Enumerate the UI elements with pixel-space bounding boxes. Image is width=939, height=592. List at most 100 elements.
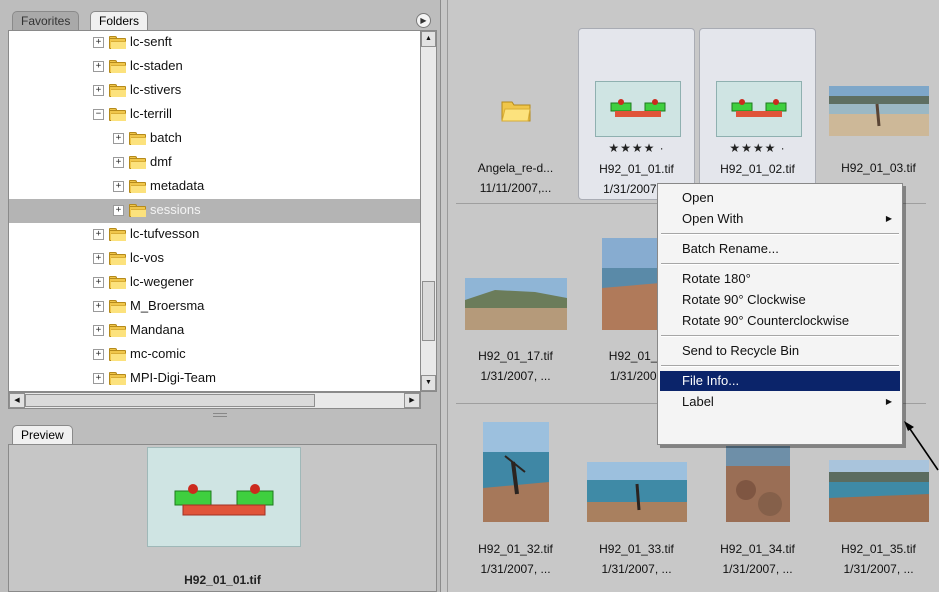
tree-item-label: lc-staden xyxy=(130,58,183,73)
tree-item[interactable]: + lc-staden xyxy=(9,55,420,79)
expand-icon[interactable]: + xyxy=(93,85,104,96)
folder-icon xyxy=(109,276,126,289)
thumbnail-rating[interactable]: ★★★★ · xyxy=(700,141,815,155)
tree-item[interactable]: + lc-vos xyxy=(9,247,420,271)
expand-icon[interactable]: + xyxy=(93,301,104,312)
folder-icon xyxy=(109,300,126,313)
tree-item[interactable]: + MPI-Digi-Team xyxy=(9,367,420,391)
thumbnail-item[interactable]: H92_01_17.tif 1/31/2007, ... xyxy=(457,220,574,392)
expand-icon[interactable]: + xyxy=(113,157,124,168)
folder-icon xyxy=(109,36,126,49)
expand-icon[interactable]: + xyxy=(113,181,124,192)
thumbnail-date: 11/11/2007,... xyxy=(479,181,552,195)
preview-panel: Preview H92_01_01.tif xyxy=(8,422,437,592)
tab-folders[interactable]: Folders xyxy=(90,11,149,30)
tree-item[interactable]: + metadata xyxy=(9,175,420,199)
preview-caption: H92_01_01.tif xyxy=(184,573,261,587)
folders-panel: Favorites Folders ▶ + lc-senft + lc-staden +… xyxy=(8,6,437,410)
scroll-down-icon[interactable]: ▼ xyxy=(421,375,436,391)
tab-favorites[interactable]: Favorites xyxy=(12,11,80,30)
tree-item-label: lc-terrill xyxy=(130,106,172,121)
expand-icon[interactable]: + xyxy=(113,133,124,144)
context-menu: Open Open With ▶ Batch Rename... Rotate 180°… xyxy=(657,183,903,445)
thumbnail-image xyxy=(594,80,682,138)
tree-item[interactable]: + lc-senft xyxy=(9,31,420,55)
expand-icon[interactable]: + xyxy=(93,61,104,72)
menu-item[interactable]: Rotate 90° Clockwise xyxy=(660,290,900,310)
tree-item-label: Mandana xyxy=(130,322,185,337)
thumbnail-item[interactable]: Angela_re-d... 11/11/2007,... xyxy=(457,28,574,200)
expand-icon[interactable]: + xyxy=(93,349,104,360)
annotation-arrow-icon xyxy=(904,421,939,471)
folder-icon xyxy=(129,180,146,193)
tree-item[interactable]: + Mandana xyxy=(9,319,420,343)
thumbnail-image xyxy=(726,446,790,522)
expand-icon[interactable]: + xyxy=(93,253,104,264)
expand-icon[interactable]: + xyxy=(93,277,104,288)
tree-item-label: sessions xyxy=(150,202,201,217)
expand-icon[interactable]: + xyxy=(93,229,104,240)
tree-item-label: mc-comic xyxy=(130,346,186,361)
thumbnail-image xyxy=(587,462,687,522)
tree-item[interactable]: + M_Broersma xyxy=(9,295,420,319)
scroll-left-icon[interactable]: ◀ xyxy=(9,393,25,408)
folder-icon xyxy=(109,228,126,241)
scroll-right-icon[interactable]: ▶ xyxy=(404,393,420,408)
expand-icon[interactable]: + xyxy=(93,325,104,336)
horizontal-scroll-thumb[interactable] xyxy=(25,394,315,407)
tree-item[interactable]: + batch xyxy=(9,127,420,151)
tree-item[interactable]: + dmf xyxy=(9,151,420,175)
thumbnail-filename: H92_01_17.tif xyxy=(478,349,553,363)
collapse-icon[interactable]: − xyxy=(93,109,104,120)
preview-area: H92_01_01.tif xyxy=(8,444,437,592)
menu-item[interactable]: Send to Recycle Bin xyxy=(660,341,900,361)
tree-item-label: lc-stivers xyxy=(130,82,182,97)
tree-item[interactable]: + mc-comic xyxy=(9,343,420,367)
tree-item-label: lc-wegener xyxy=(130,274,194,289)
tree-item[interactable]: + lc-stivers xyxy=(9,79,420,103)
menu-item[interactable]: Batch Rename... xyxy=(660,239,900,259)
thumbnail-filename: Angela_re-d... xyxy=(477,161,554,175)
thumbnail-item[interactable]: H92_01_03.tif... xyxy=(820,28,937,200)
thumbnail-filename: H92_01_01.tif xyxy=(599,162,674,176)
menu-item[interactable]: Label ▶ xyxy=(660,392,900,412)
folder-icon xyxy=(129,132,146,145)
menu-item[interactable]: Rotate 90° Counterclockwise xyxy=(660,311,900,331)
thumbnail-date: 1/31/2007, ... xyxy=(480,369,551,383)
thumbnail-item[interactable]: H92_01_32.tif 1/31/2007, ... xyxy=(457,408,574,580)
menu-item[interactable]: Open xyxy=(660,188,900,208)
folder-icon xyxy=(109,372,126,385)
folder-icon xyxy=(109,324,126,337)
folder-icon xyxy=(109,348,126,361)
thumbnail-item[interactable]: ★★★★ · H92_01_02.tif xyxy=(699,28,816,200)
menu-item[interactable]: Rotate 180° xyxy=(660,269,900,289)
tree-horizontal-scrollbar[interactable]: ◀ ▶ xyxy=(8,392,421,409)
tree-item[interactable]: + lc-wegener xyxy=(9,271,420,295)
thumbnail-date: 1/31/2007, ... xyxy=(601,562,672,576)
scroll-up-icon[interactable]: ▲ xyxy=(421,31,436,47)
expand-icon[interactable]: + xyxy=(113,205,124,216)
thumbnail-filename: H92_01_33.tif xyxy=(599,542,674,556)
menu-item-label: Label xyxy=(682,394,714,409)
expand-icon[interactable]: + xyxy=(93,37,104,48)
expand-icon[interactable]: + xyxy=(93,373,104,384)
panel-menu-icon[interactable]: ▶ xyxy=(416,13,431,28)
thumbnail-rating[interactable]: ★★★★ · xyxy=(579,141,694,155)
folder-icon xyxy=(109,108,126,121)
menu-separator xyxy=(661,263,899,265)
tree-vertical-scrollbar[interactable]: ▲ ▼ xyxy=(421,30,437,392)
thumbnail-date: 1/31/2007, ... xyxy=(480,562,551,576)
tree-item[interactable]: − lc-terrill xyxy=(9,103,420,127)
tree-item[interactable]: + sessions xyxy=(9,199,420,223)
panel-splitter-grip[interactable] xyxy=(213,413,227,417)
menu-separator xyxy=(661,233,899,235)
vertical-scroll-thumb[interactable] xyxy=(422,281,435,341)
thumbnail-date: 1/31/2007, ... xyxy=(843,562,914,576)
menu-item[interactable]: File Info... xyxy=(660,371,900,391)
tree-item[interactable]: + lc-tufvesson xyxy=(9,223,420,247)
thumbnail-item[interactable]: ★★★★ · H92_01_01.tif 1/31/2007,... xyxy=(578,28,695,200)
tab-preview[interactable]: Preview xyxy=(12,425,73,444)
folder-icon xyxy=(129,204,146,217)
menu-item[interactable]: Open With ▶ xyxy=(660,209,900,229)
menu-item-label: Open With xyxy=(682,211,744,226)
